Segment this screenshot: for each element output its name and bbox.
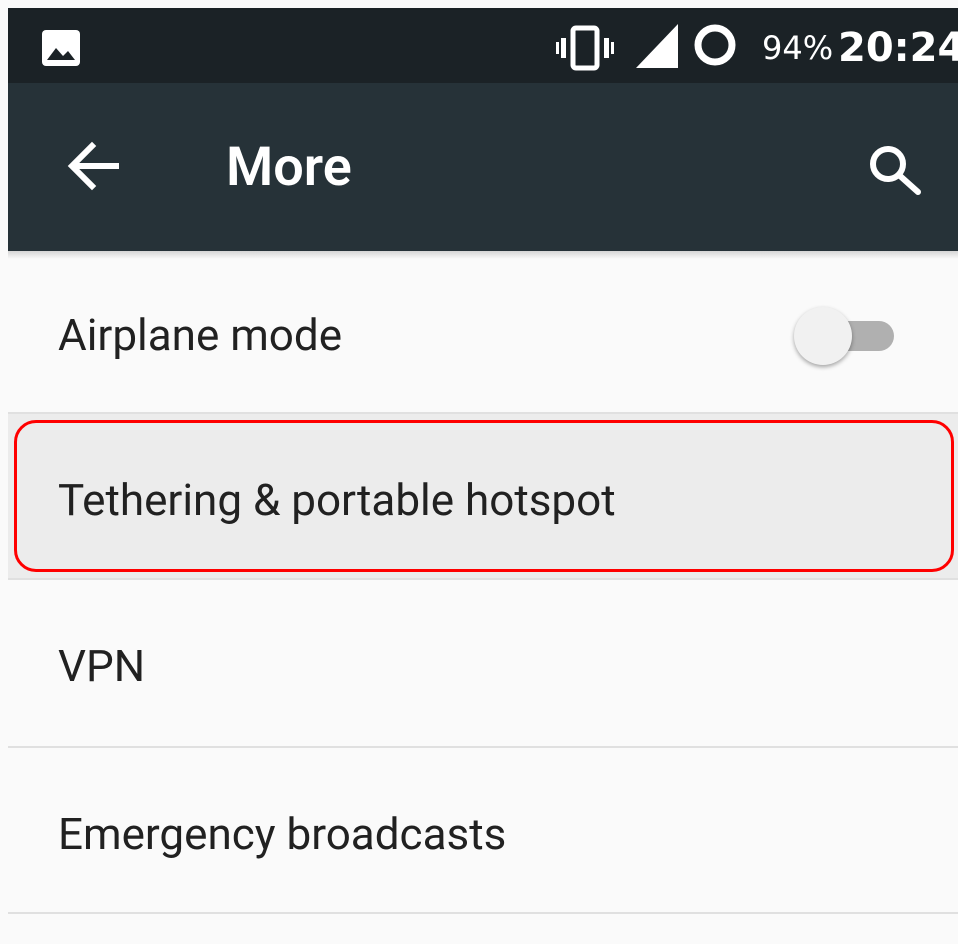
list-item-tethering[interactable]: Tethering & portable hotspot [8, 414, 958, 578]
list-item-vpn[interactable]: VPN [8, 580, 958, 746]
app-bar [8, 83, 958, 251]
sync-ring-icon [694, 24, 736, 66]
signal-icon [636, 24, 678, 68]
battery-percent: 94% [762, 29, 834, 67]
emergency-broadcasts-label: Emergency broadcasts [58, 808, 507, 860]
clock: 20:24 [838, 25, 958, 71]
tethering-label: Tethering & portable hotspot [58, 474, 616, 526]
image-icon [42, 30, 80, 66]
page-title: More [226, 136, 352, 199]
app-bar-shadow [8, 251, 958, 259]
airplane-mode-toggle[interactable] [794, 305, 894, 365]
divider [8, 912, 958, 914]
airplane-mode-label: Airplane mode [58, 309, 343, 361]
list-item-airplane-mode[interactable]: Airplane mode [8, 259, 958, 413]
vibrate-icon [556, 25, 614, 71]
toggle-thumb [794, 307, 852, 365]
list-item-emergency-broadcasts[interactable]: Emergency broadcasts [8, 748, 958, 912]
search-icon[interactable] [866, 142, 924, 196]
vpn-label: VPN [58, 640, 146, 692]
arrow-back-icon[interactable] [64, 140, 120, 192]
